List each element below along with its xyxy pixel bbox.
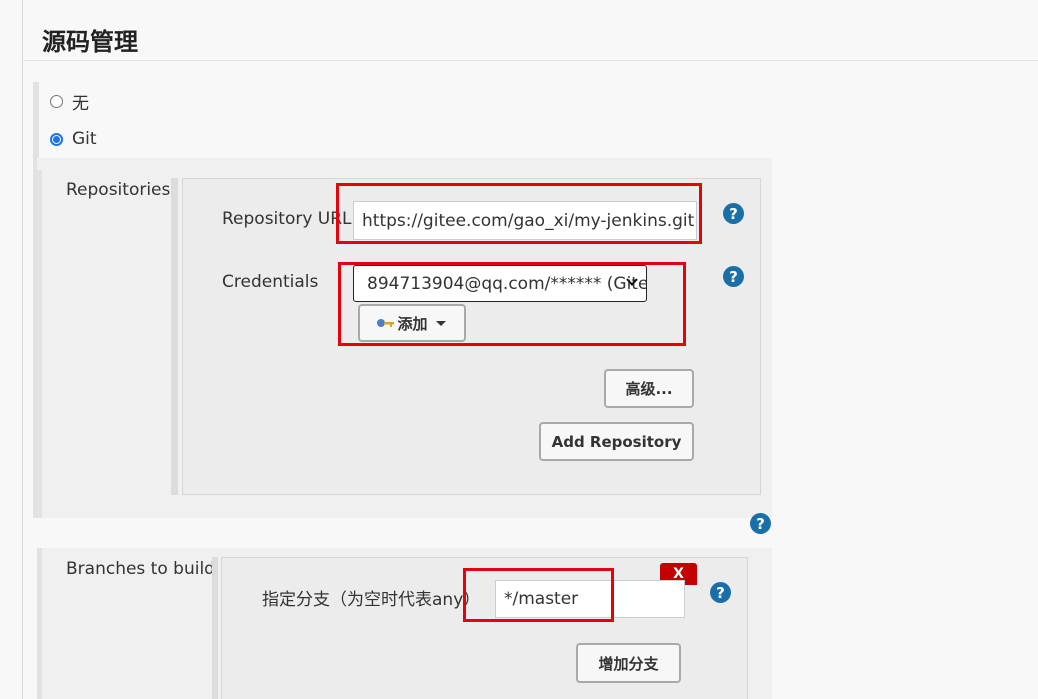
scm-option-git[interactable]: Git [50, 127, 97, 151]
repository-url-label: Repository URL [222, 209, 352, 229]
credentials-help-icon[interactable]: ? [723, 266, 744, 287]
url-highlight-box [336, 183, 702, 244]
add-repository-button[interactable]: Add Repository [539, 422, 694, 461]
credentials-label: Credentials [222, 272, 319, 292]
advanced-button[interactable]: 高级... [604, 369, 694, 408]
repository-url-help-icon[interactable]: ? [723, 203, 744, 224]
branches-label: Branches to build [66, 559, 215, 579]
branch-help-icon[interactable]: ? [710, 582, 731, 603]
add-branch-button[interactable]: 增加分支 [576, 643, 681, 683]
repositories-label: Repositories [66, 180, 171, 200]
branch-panel-bar [212, 557, 218, 699]
scm-option-none[interactable]: 无 [50, 89, 89, 114]
left-border [22, 0, 23, 699]
branches-block-bar [37, 548, 42, 699]
repositories-bar [171, 178, 178, 495]
branch-specifier-label: 指定分支（为空时代表any） [262, 590, 481, 610]
scm-option-none-label: 无 [72, 93, 89, 114]
title-divider [22, 60, 1038, 61]
branch-highlight-box [463, 568, 614, 622]
git-config-bar [37, 170, 42, 518]
scm-option-git-label: Git [72, 129, 97, 149]
section-title: 源码管理 [42, 28, 138, 56]
radio-git[interactable] [50, 132, 63, 146]
git-help-icon[interactable]: ? [750, 513, 771, 534]
radio-none[interactable] [50, 94, 63, 108]
credentials-highlight-box [338, 262, 686, 346]
